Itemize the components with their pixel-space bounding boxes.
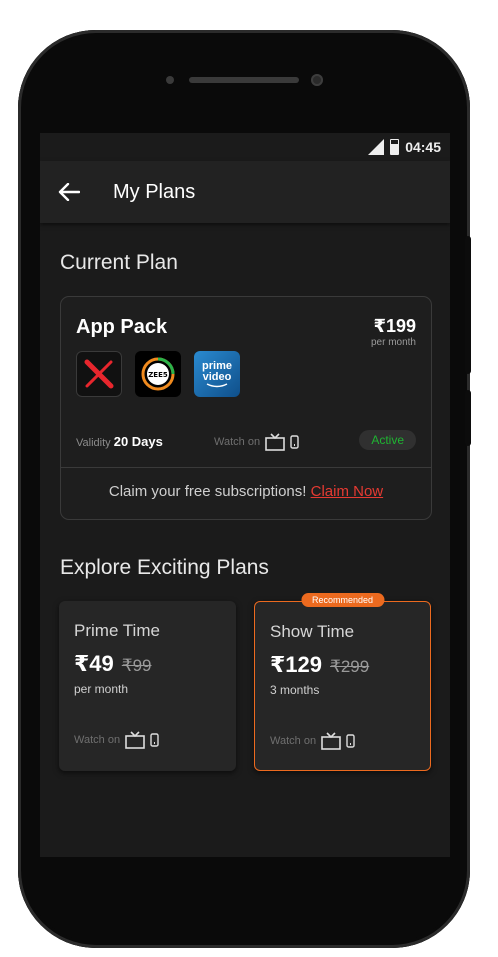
- volume-button: [465, 236, 471, 374]
- tv-icon: [321, 732, 341, 750]
- plan-name: Prime Time: [74, 621, 160, 640]
- status-badge: Active: [359, 430, 416, 450]
- front-camera: [311, 74, 323, 86]
- validity-value: 20 Days: [113, 434, 163, 449]
- zee5-logo: ZEE5: [135, 351, 181, 397]
- app-bar: My Plans: [40, 161, 450, 223]
- cellular-signal-icon: [368, 139, 385, 155]
- watch-on-label: Watch on: [74, 734, 121, 746]
- current-plan-heading: Current Plan: [60, 251, 178, 274]
- power-button: [465, 390, 471, 446]
- claim-text: Claim your free subscriptions!: [108, 483, 307, 500]
- battery-icon: [390, 139, 400, 155]
- mobile-icon: [346, 734, 355, 748]
- recommended-badge: Recommended: [300, 593, 385, 607]
- tv-icon: [125, 731, 145, 749]
- claim-now-link[interactable]: Claim Now: [311, 483, 384, 500]
- back-button[interactable]: [40, 183, 98, 201]
- validity-label: Validity: [76, 437, 111, 449]
- card-divider: [61, 467, 431, 468]
- tv-icon: [265, 433, 285, 451]
- watch-on-label: Watch on: [214, 436, 261, 448]
- screen: 04:45 My Plans Current Plan App Pack ₹19…: [40, 133, 450, 857]
- earpiece-speaker: [189, 77, 299, 83]
- plan-old-price: ₹99: [121, 656, 152, 675]
- pack-price: ₹199: [373, 316, 416, 336]
- watch-on-label: Watch on: [270, 735, 317, 747]
- prime-video-logo-text-2: video: [202, 370, 232, 383]
- mobile-icon: [150, 733, 159, 747]
- watch-on: Watch on: [74, 731, 159, 749]
- plan-price: ₹129 ₹299: [270, 652, 369, 678]
- validity: Validity 20 Days: [76, 434, 163, 449]
- prime-video-logo-text-1: prime: [202, 359, 232, 372]
- explore-heading: Explore Exciting Plans: [60, 556, 269, 579]
- status-time: 04:45: [405, 139, 441, 155]
- current-plan-card: App Pack ₹199 per month ZEE5 prime video…: [60, 296, 432, 520]
- page-title: My Plans: [113, 180, 196, 203]
- zee5-logo-text: ZEE5: [148, 371, 168, 379]
- pack-price-period: per month: [370, 337, 416, 348]
- watch-on: Watch on: [270, 732, 355, 750]
- plan-period: 3 months: [270, 683, 320, 697]
- plan-price: ₹49 ₹99: [74, 651, 152, 677]
- status-bar: 04:45: [40, 133, 450, 161]
- prime-video-logo: prime video: [194, 351, 240, 397]
- mobile-icon: [290, 435, 299, 449]
- plan-current-price: ₹49: [74, 651, 114, 676]
- plan-card-prime-time[interactable]: Prime Time ₹49 ₹99 per month Watch on: [59, 601, 236, 771]
- claim-banner: Claim your free subscriptions! Claim Now: [61, 483, 431, 500]
- pack-name: App Pack: [76, 316, 168, 338]
- plan-name: Show Time: [270, 622, 355, 641]
- plan-current-price: ₹129: [270, 652, 323, 677]
- watch-on: Watch on: [214, 433, 299, 451]
- proximity-sensor: [166, 76, 174, 84]
- plan-period: per month: [74, 682, 129, 696]
- plan-card-show-time[interactable]: Recommended Show Time ₹129 ₹299 3 months …: [254, 593, 431, 771]
- x-app-logo: [76, 351, 122, 397]
- arrow-back-icon: [58, 183, 80, 201]
- plan-old-price: ₹299: [330, 657, 370, 676]
